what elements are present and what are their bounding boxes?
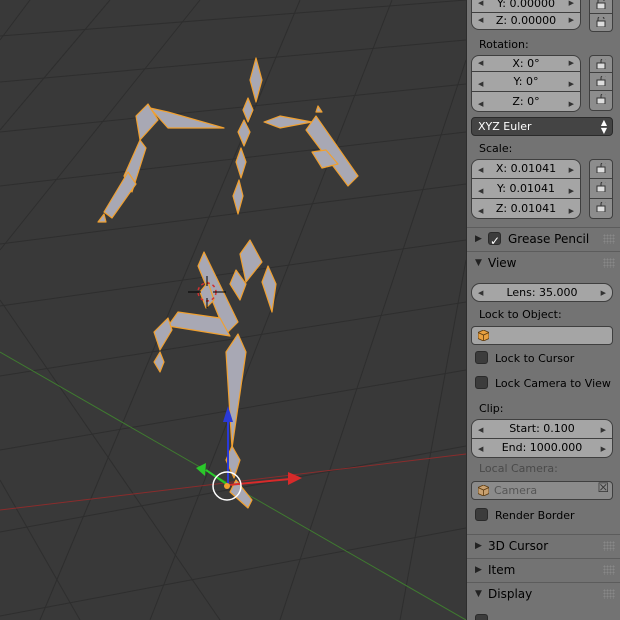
clear-x-icon[interactable]: ☒ <box>597 481 609 496</box>
local-camera-field[interactable]: Camera ☒ <box>471 481 613 500</box>
unlock-icon <box>596 59 606 69</box>
lock-to-object-label: Lock to Object: <box>479 308 562 321</box>
lock-icon <box>596 17 606 27</box>
3d-cursor-section-header[interactable]: ▶ 3D Cursor <box>467 534 620 556</box>
lens-field[interactable]: ◀ Lens: 35.000 ▶ <box>471 283 613 302</box>
scale-z-field[interactable]: ◀ Z: 0.01041 ▶ <box>471 199 581 219</box>
drag-grip-icon[interactable] <box>603 234 615 244</box>
rotation-y-field[interactable]: ◀ Y: 0° ▶ <box>471 72 581 92</box>
display-option-checkbox[interactable] <box>475 614 488 620</box>
object-cube-icon <box>478 485 489 496</box>
location-z-field[interactable]: ◀ Z: 0.00000 ▶ <box>471 13 581 30</box>
rotation-label: Rotation: <box>479 38 529 51</box>
lock-icon <box>596 0 606 9</box>
lock-rotation-z-button[interactable] <box>589 91 613 111</box>
object-cube-icon <box>478 330 489 341</box>
lock-to-cursor-label: Lock to Cursor <box>495 352 575 365</box>
lock-to-cursor-checkbox[interactable] <box>475 351 488 364</box>
local-camera-label: Local Camera: <box>479 462 558 475</box>
lock-rotation-x-button[interactable] <box>589 55 613 73</box>
expand-arrow-icon: ▶ <box>475 234 482 244</box>
rotation-x-field[interactable]: ◀ X: 0° ▶ <box>471 55 581 72</box>
grid-floor <box>0 0 466 620</box>
updown-arrows-icon: ▲ ▼ <box>600 118 607 135</box>
grease-pencil-section-header[interactable]: ▶ Grease Pencil <box>467 227 620 252</box>
clip-end-field[interactable]: ◀ End: 1000.000 ▶ <box>471 439 613 458</box>
rotation-z-field[interactable]: ◀ Z: 0° ▶ <box>471 92 581 112</box>
item-section-header[interactable]: ▶ Item <box>467 558 620 580</box>
clip-label: Clip: <box>479 402 504 415</box>
unlock-icon <box>596 163 606 173</box>
scale-x-field[interactable]: ◀ X: 0.01041 ▶ <box>471 159 581 179</box>
lock-location-z-button[interactable] <box>589 14 613 32</box>
grease-pencil-checkbox[interactable] <box>488 230 501 252</box>
unlock-icon <box>596 76 606 86</box>
drag-grip-icon[interactable] <box>603 565 615 575</box>
render-border-label: Render Border <box>495 509 575 522</box>
lock-scale-y-button[interactable] <box>589 179 613 199</box>
collapse-arrow-icon: ▼ <box>475 589 482 599</box>
properties-sidebar[interactable]: ◀ Y: 0.00000 ▶ ◀ Z: 0.00000 ▶ Rotation: ◀ X: … <box>466 0 620 620</box>
lock-location-y-button[interactable] <box>589 0 613 14</box>
unlock-icon <box>596 182 606 192</box>
scale-label: Scale: <box>479 142 513 155</box>
clip-start-field[interactable]: ◀ Start: 0.100 ▶ <box>471 419 613 439</box>
display-section-header[interactable]: ▼ Display <box>467 582 620 604</box>
expand-arrow-icon: ▶ <box>475 541 482 551</box>
lock-rotation-y-button[interactable] <box>589 73 613 91</box>
lock-camera-to-view-label: Lock Camera to View <box>495 377 611 390</box>
rotation-mode-dropdown[interactable]: XYZ Euler ▲ ▼ <box>471 117 613 136</box>
expand-arrow-icon: ▶ <box>475 565 482 575</box>
lock-scale-x-button[interactable] <box>589 159 613 179</box>
drag-grip-icon[interactable] <box>603 258 615 268</box>
lock-to-object-field[interactable] <box>471 326 613 345</box>
drag-grip-icon[interactable] <box>603 541 615 551</box>
3d-viewport[interactable] <box>0 0 466 620</box>
location-y-field[interactable]: ◀ Y: 0.00000 ▶ <box>471 0 581 13</box>
armature-bottom[interactable] <box>153 239 277 509</box>
viewport-canvas[interactable] <box>0 0 466 620</box>
lock-scale-z-button[interactable] <box>589 199 613 219</box>
scale-y-field[interactable]: ◀ Y: 0.01041 ▶ <box>471 179 581 199</box>
unlock-icon <box>596 202 606 212</box>
armature-top[interactable] <box>97 57 359 223</box>
render-border-checkbox[interactable] <box>475 508 488 521</box>
unlock-icon <box>596 94 606 104</box>
lock-camera-to-view-checkbox[interactable] <box>475 376 488 389</box>
view-section-header[interactable]: ▼ View <box>467 251 620 273</box>
drag-grip-icon[interactable] <box>603 589 615 599</box>
collapse-arrow-icon: ▼ <box>475 258 482 268</box>
